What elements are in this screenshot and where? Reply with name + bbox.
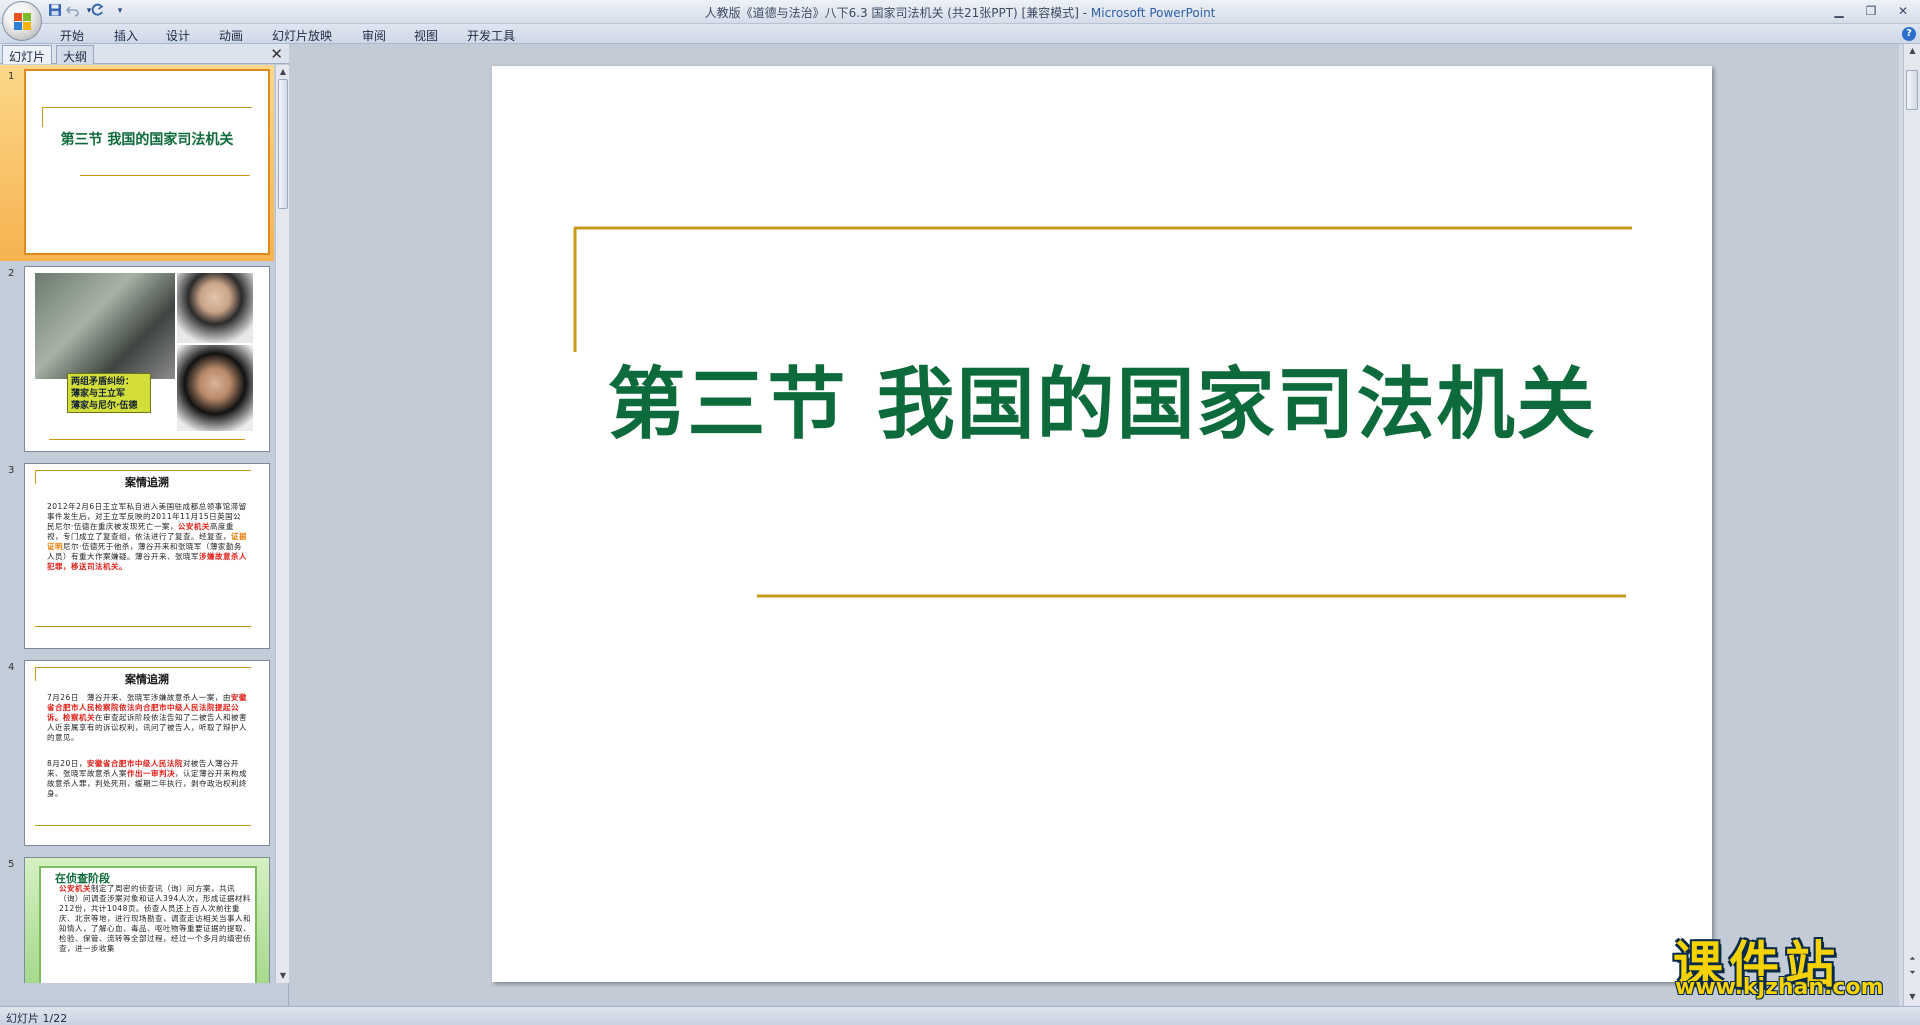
thumb-body: 7月26日 薄谷开来、张晓军涉嫌故意杀人一案，由安徽省合肥市人民检察院依法向合肥… — [47, 693, 247, 742]
slide-number: 2 — [8, 268, 15, 279]
previous-slide-icon[interactable]: ⏶ — [1904, 952, 1920, 965]
slide-preview: 案情追溯 7月26日 薄谷开来、张晓军涉嫌故意杀人一案，由安徽省合肥市人民检察院… — [24, 660, 270, 846]
accent-line — [49, 439, 245, 440]
thumb-heading: 案情追溯 — [125, 476, 169, 489]
slide-number: 5 — [8, 859, 15, 870]
tab-slide-show[interactable]: 幻灯片放映 — [272, 27, 332, 44]
slide-scrollbar[interactable]: ▲ ⏶ ⏷ ▼ — [1903, 44, 1920, 1006]
thumb-photo — [177, 273, 253, 343]
slide-number: 4 — [8, 662, 15, 673]
tab-outline[interactable]: 大纲 — [56, 45, 95, 64]
slide-preview: 案情追溯 2012年2月6日王立军私自进入美国驻成都总领事馆滞留事件发生后，对王… — [24, 463, 270, 649]
thumb-heading: 案情追溯 — [125, 673, 169, 686]
office-button[interactable] — [2, 1, 42, 41]
restore-icon[interactable]: ❐ — [1860, 2, 1882, 20]
slide-counter: 幻灯片 1/22 — [6, 1012, 68, 1025]
title-bar: ▾ ▾ 人教版《道德与法治》八下6.3 国家司法机关 (共21张PPT) [兼容… — [0, 0, 1920, 24]
minimize-icon[interactable]: ▁ — [1828, 2, 1850, 20]
scroll-up-icon[interactable]: ▲ — [1904, 44, 1920, 57]
help-icon[interactable]: ? — [1902, 27, 1916, 41]
thumb-caption: 两组矛盾纠纷： 薄家与王立军 薄家与尼尔·伍德 — [67, 373, 151, 413]
scroll-down-icon[interactable]: ▼ — [276, 969, 290, 982]
status-bar: 幻灯片 1/22 — [0, 1006, 1920, 1025]
scroll-up-icon[interactable]: ▲ — [276, 65, 290, 78]
slide-thumbnail-5[interactable]: 5 在侦查阶段 公安机关制定了周密的侦查讯（询）问方案，共讯（询）问调查涉案对象… — [0, 853, 274, 983]
slide-preview: 在侦查阶段 公安机关制定了周密的侦查讯（询）问方案，共讯（询）问调查涉案对象和证… — [24, 857, 270, 983]
slides-pane: 幻灯片 大纲 ✕ 1 第三节 我国的国家司法机关 2 两组矛盾纠纷： 薄家与王立… — [0, 44, 289, 1006]
watermark-logo: 课件站 www.kjzhan.com — [1673, 936, 1884, 1000]
slide-preview: 第三节 我国的国家司法机关 — [24, 69, 270, 255]
thumb-title: 第三节 我国的国家司法机关 — [60, 132, 234, 148]
window-title: 人教版《道德与法治》八下6.3 国家司法机关 (共21张PPT) [兼容模式] … — [704, 6, 1216, 20]
slide-title[interactable]: 第三节 我国的国家司法机关 — [492, 342, 1712, 454]
thumb-photo — [35, 273, 175, 379]
slide-thumbnail-1[interactable]: 1 第三节 我国的国家司法机关 — [0, 65, 274, 261]
accent-line — [35, 626, 251, 627]
slide-number: 1 — [8, 71, 15, 82]
slides-pane-scrollbar[interactable]: ▲ ▼ — [275, 65, 289, 983]
scrollbar-thumb[interactable] — [278, 79, 288, 209]
accent-line — [42, 107, 43, 127]
tab-home[interactable]: 开始 — [60, 27, 84, 44]
tab-developer[interactable]: 开发工具 — [467, 27, 515, 44]
accent-line — [35, 825, 251, 826]
accent-line — [35, 470, 251, 471]
slide-preview: 两组矛盾纠纷： 薄家与王立军 薄家与尼尔·伍德 — [24, 266, 270, 452]
accent-line — [42, 107, 252, 108]
slide-thumbnail-2[interactable]: 2 两组矛盾纠纷： 薄家与王立军 薄家与尼尔·伍德 — [0, 262, 274, 458]
accent-line — [80, 175, 250, 176]
thumb-body: 8月20日，安徽省合肥市中级人民法院对被告人薄谷开来、张晓军故意杀人案作出一审判… — [47, 759, 247, 798]
slide-decoration — [573, 226, 1632, 598]
slide-thumbnail-4[interactable]: 4 案情追溯 7月26日 薄谷开来、张晓军涉嫌故意杀人一案，由安徽省合肥市人民检… — [0, 656, 274, 852]
tab-design[interactable]: 设计 — [166, 27, 190, 44]
scrollbar-thumb[interactable] — [1906, 70, 1918, 110]
tab-insert[interactable]: 插入 — [114, 27, 138, 44]
thumb-body: 2012年2月6日王立军私自进入美国驻成都总领事馆滞留事件发生后，对王立军反映的… — [47, 502, 247, 571]
scroll-down-icon[interactable]: ▼ — [1904, 990, 1920, 1003]
slide-number: 3 — [8, 465, 15, 476]
tab-animations[interactable]: 动画 — [219, 27, 243, 44]
close-icon[interactable]: ✕ — [1892, 2, 1914, 20]
thumb-photo — [177, 345, 253, 431]
ribbon-tab-bar: 开始 插入 设计 动画 幻灯片放映 审阅 视图 开发工具 ? — [0, 24, 1920, 44]
current-slide[interactable]: 第三节 我国的国家司法机关 — [492, 66, 1712, 982]
accent-line — [35, 667, 251, 668]
tab-view[interactable]: 视图 — [414, 27, 438, 44]
next-slide-icon[interactable]: ⏷ — [1904, 966, 1920, 979]
close-pane-icon[interactable]: ✕ — [270, 45, 283, 63]
tab-slides[interactable]: 幻灯片 — [2, 45, 53, 64]
thumb-body: 公安机关制定了周密的侦查讯（询）问方案，共讯（询）问调查涉案对象和证人394人次… — [59, 884, 251, 953]
pane-tabs: 幻灯片 大纲 ✕ — [0, 44, 289, 64]
slide-thumbnail-list: 1 第三节 我国的国家司法机关 2 两组矛盾纠纷： 薄家与王立军 薄家与尼尔·伍… — [0, 65, 274, 983]
office-logo-icon — [14, 13, 32, 31]
tab-review[interactable]: 审阅 — [362, 27, 386, 44]
slide-thumbnail-3[interactable]: 3 案情追溯 2012年2月6日王立军私自进入美国驻成都总领事馆滞留事件发生后，… — [0, 459, 274, 655]
